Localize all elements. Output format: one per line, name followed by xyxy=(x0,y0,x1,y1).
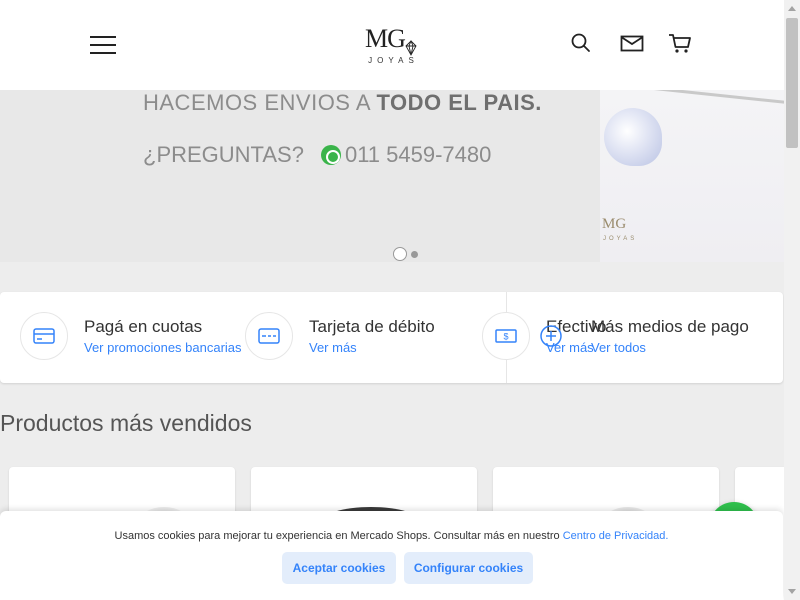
cash-icon: $ xyxy=(482,312,530,360)
store-logo[interactable]: MG JOYAS xyxy=(355,24,427,68)
scroll-up-icon[interactable] xyxy=(788,6,796,11)
payment-methods: Pagá en cuotas Ver promociones bancarias… xyxy=(0,292,783,383)
installments-link[interactable]: Ver promociones bancarias xyxy=(84,340,242,355)
menu-icon[interactable] xyxy=(90,36,116,54)
cookie-message: Usamos cookies para mejorar tu experienc… xyxy=(114,530,669,542)
scroll-down-icon[interactable] xyxy=(788,589,796,594)
logo-subtitle: JOYAS xyxy=(368,56,419,65)
contact-message: ¿PREGUNTAS? 011 5459-7480 xyxy=(143,142,492,167)
cart-icon[interactable] xyxy=(667,30,693,56)
section-title: Productos más vendidos xyxy=(0,410,252,436)
debit-link[interactable]: Ver más xyxy=(309,340,357,355)
banner-logo: MG xyxy=(602,216,627,232)
jewelry-photo: MG JOYAS xyxy=(600,90,784,262)
vertical-scrollbar[interactable] xyxy=(784,0,800,600)
site-header: MG JOYAS xyxy=(0,0,784,90)
phone-number: 011 5459-7480 xyxy=(344,142,492,167)
plus-icon xyxy=(527,312,575,360)
carousel-indicators xyxy=(393,247,418,261)
more-payments-link[interactable]: Ver todos xyxy=(591,340,646,355)
hero-banner[interactable]: HACEMOS ENVIOS A TODO EL PAIS. ¿PREGUNTA… xyxy=(0,90,784,262)
configure-cookies-button[interactable]: Configurar cookies xyxy=(404,552,533,584)
svg-text:$: $ xyxy=(503,332,508,342)
carousel-dot-1[interactable] xyxy=(393,247,407,261)
scrollbar-thumb[interactable] xyxy=(786,18,798,148)
whatsapp-icon xyxy=(320,145,341,165)
gem-icon xyxy=(405,33,417,56)
credit-card-icon xyxy=(20,312,68,360)
shipping-message: HACEMOS ENVIOS A TODO EL PAIS. xyxy=(143,90,542,115)
mail-icon[interactable] xyxy=(619,30,645,56)
search-icon[interactable] xyxy=(568,30,594,56)
accept-cookies-button[interactable]: Aceptar cookies xyxy=(282,552,396,584)
cookie-banner: Usamos cookies para mejorar tu experienc… xyxy=(0,511,783,600)
privacy-center-link[interactable]: Centro de Privacidad. xyxy=(563,530,669,542)
carousel-dot-2[interactable] xyxy=(411,250,418,258)
logo-mark: MG xyxy=(365,24,406,53)
debit-card-icon xyxy=(245,312,293,360)
